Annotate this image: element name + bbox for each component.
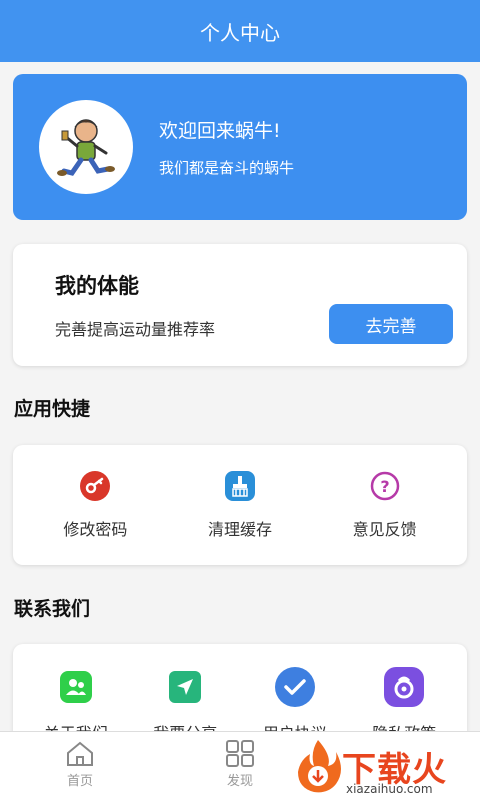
quick-actions-card: 修改密码 清理缓存 ? 意见反馈 — [13, 445, 467, 565]
fitness-title: 我的体能 — [55, 274, 139, 298]
complete-profile-button[interactable]: 去完善 — [329, 304, 453, 344]
question-icon: ? — [369, 470, 401, 502]
grid-icon — [226, 740, 254, 767]
people-icon — [55, 666, 97, 708]
avatar[interactable] — [39, 100, 133, 194]
welcome-text: 欢迎回来蜗牛! — [159, 120, 281, 142]
tab-home-label: 首页 — [66, 774, 93, 789]
feedback-label: 意见反馈 — [352, 520, 417, 539]
watermark: 下载火 xiazaihuo.com — [290, 736, 480, 800]
svg-text:?: ? — [380, 477, 389, 496]
clear-cache-label: 清理缓存 — [207, 520, 272, 539]
key-icon — [79, 470, 111, 502]
send-icon — [164, 666, 206, 708]
tab-home[interactable]: 首页 — [40, 740, 120, 789]
change-password-label: 修改密码 — [63, 520, 128, 539]
fitness-card: 我的体能 完善提高运动量推荐率 去完善 — [13, 244, 467, 366]
flame-logo-icon — [298, 740, 341, 793]
broom-icon — [224, 470, 256, 502]
motto-text: 我们都是奋斗的蜗牛 — [159, 159, 295, 177]
contact-section-title: 联系我们 — [14, 598, 91, 620]
watermark-url: xiazaihuo.com — [346, 782, 433, 796]
top-bar: 个人中心 — [0, 0, 480, 62]
page-title: 个人中心 — [200, 20, 280, 45]
lock-icon — [383, 666, 425, 708]
fitness-subtitle: 完善提高运动量推荐率 — [55, 320, 216, 339]
change-password-item[interactable]: 修改密码 — [30, 470, 160, 540]
check-icon — [274, 666, 316, 708]
home-icon — [67, 741, 93, 766]
tab-discover-label: 发现 — [226, 774, 253, 789]
tab-discover[interactable]: 发现 — [200, 740, 280, 789]
quick-section-title: 应用快捷 — [14, 398, 91, 420]
clear-cache-item[interactable]: 清理缓存 — [175, 470, 305, 540]
running-boy-icon — [57, 119, 115, 176]
profile-card[interactable]: 欢迎回来蜗牛! 我们都是奋斗的蜗牛 — [13, 74, 467, 220]
feedback-item[interactable]: ? 意见反馈 — [320, 470, 450, 540]
